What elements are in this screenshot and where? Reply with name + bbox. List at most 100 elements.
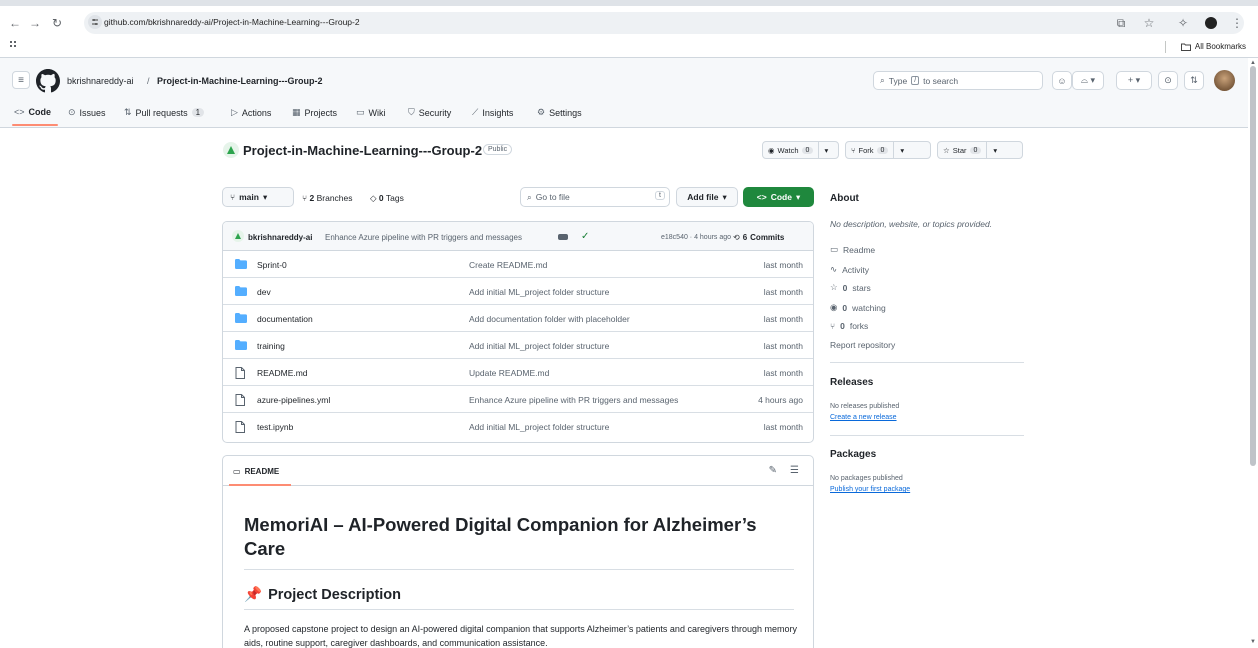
- site-info-icon[interactable]: [88, 15, 102, 29]
- issues-icon[interactable]: ⊙: [1158, 71, 1178, 90]
- tab-insights[interactable]: ⟋ Insights: [472, 107, 513, 118]
- watch-dropdown-icon[interactable]: ▾: [819, 142, 833, 158]
- bookmark-star-icon[interactable]: ☆: [1140, 14, 1158, 32]
- file-row[interactable]: azure-pipelines.yml Enhance Azure pipelin…: [223, 386, 813, 413]
- forks-link[interactable]: ⑂ 0 forks: [830, 321, 868, 331]
- create-release-link[interactable]: Create a new release: [830, 414, 897, 421]
- tab-actions-label: Actions: [241, 107, 272, 118]
- report-repository-link[interactable]: Report repository: [830, 340, 895, 350]
- pulse-icon: ∿: [830, 264, 838, 274]
- file-name[interactable]: test.ipynb: [257, 422, 293, 432]
- stars-link[interactable]: ☆ 0 stars: [830, 282, 871, 293]
- tab-code-label: Code: [28, 107, 52, 117]
- file-name[interactable]: dev: [257, 287, 271, 297]
- scroll-up-arrow-icon[interactable]: ▲: [1250, 60, 1256, 66]
- file-name[interactable]: azure-pipelines.yml: [257, 395, 330, 405]
- tab-pull-requests[interactable]: ⇅ Pull requests 1: [124, 107, 205, 118]
- outline-list-icon[interactable]: ☰: [790, 465, 799, 476]
- repo-breadcrumb[interactable]: Project-in-Machine-Learning---Group-2: [157, 76, 323, 86]
- tab-settings-label: Settings: [549, 107, 582, 118]
- apps-grid-icon[interactable]: [10, 41, 20, 51]
- file-row[interactable]: documentation Add documentation folder wi…: [223, 305, 813, 332]
- github-logo-icon[interactable]: [36, 69, 60, 93]
- file-row[interactable]: dev Add initial ML_project folder structu…: [223, 278, 813, 305]
- branches-link[interactable]: ⑂ 2 Branches: [302, 193, 353, 203]
- branch-icon: ⑂: [230, 192, 236, 202]
- watch-button[interactable]: ◉ Watch 0 ▾: [762, 141, 839, 159]
- scrollbar-thumb[interactable]: [1250, 66, 1256, 466]
- file-name[interactable]: README.md: [257, 368, 308, 378]
- tab-wiki[interactable]: ▭ Wiki: [356, 107, 386, 118]
- no-releases-text: No releases published: [830, 403, 900, 410]
- back-icon[interactable]: ←: [6, 14, 24, 32]
- reload-icon[interactable]: ↻: [48, 14, 66, 32]
- scroll-down-arrow-icon[interactable]: ▼: [1250, 639, 1256, 645]
- all-bookmarks-button[interactable]: All Bookmarks: [1180, 42, 1246, 51]
- go-to-file-input[interactable]: ⌕ Go to file t: [520, 187, 670, 207]
- fork-button[interactable]: ⑂ Fork 0 ▾: [845, 141, 931, 159]
- tags-link[interactable]: ◇ 0 Tags: [370, 193, 404, 204]
- commit-author-avatar[interactable]: [232, 230, 244, 242]
- tab-code[interactable]: <> Code: [14, 107, 51, 117]
- repo-title[interactable]: Project-in-Machine-Learning---Group-2: [243, 143, 482, 158]
- file-commit-message[interactable]: Add initial ML_project folder structure: [469, 287, 609, 297]
- commits-link[interactable]: ⟲ 6 Commits: [733, 233, 784, 242]
- file-commit-message[interactable]: Add documentation folder with placeholde…: [469, 314, 630, 324]
- file-commit-message[interactable]: Update README.md: [469, 368, 549, 378]
- chevron-down-icon: ▾: [722, 191, 727, 202]
- copilot-icon[interactable]: ☺: [1052, 71, 1072, 90]
- readme-header: ▭ README ✎ ☰: [223, 456, 813, 486]
- extensions-icon[interactable]: ✧: [1174, 14, 1192, 32]
- forward-icon[interactable]: →: [26, 14, 44, 32]
- releases-heading[interactable]: Releases: [830, 377, 873, 388]
- pencil-icon[interactable]: ✎: [769, 465, 777, 476]
- menu-kebab-icon[interactable]: ⋮: [1228, 14, 1246, 32]
- check-icon[interactable]: ✓: [581, 231, 589, 242]
- file-name[interactable]: Sprint-0: [257, 260, 287, 270]
- fork-dropdown-icon[interactable]: ▾: [894, 142, 910, 158]
- tab-settings[interactable]: ⚙ Settings: [537, 107, 582, 118]
- branch-selector[interactable]: ⑂ main ▾: [222, 187, 294, 207]
- file-row[interactable]: test.ipynb Add initial ML_project folder …: [223, 413, 813, 440]
- file-row[interactable]: training Add initial ML_project folder st…: [223, 332, 813, 359]
- copilot-dropdown-button[interactable]: ⌓ ▾: [1072, 71, 1104, 90]
- star-dropdown-icon[interactable]: ▾: [987, 142, 1003, 158]
- publish-package-link[interactable]: Publish your first package: [830, 486, 910, 493]
- file-name[interactable]: training: [257, 341, 285, 351]
- page-scrollbar[interactable]: [1248, 58, 1258, 648]
- pull-requests-icon[interactable]: ⇅: [1184, 71, 1204, 90]
- file-row[interactable]: README.md Update README.md last month: [223, 359, 813, 386]
- owner-breadcrumb[interactable]: bkrishnareddy-ai: [67, 76, 134, 86]
- tab-actions[interactable]: ▷ Actions: [231, 107, 271, 118]
- tab-security[interactable]: ⛉ Security: [408, 107, 451, 118]
- file-name[interactable]: documentation: [257, 314, 313, 324]
- user-avatar[interactable]: [1214, 70, 1235, 91]
- add-file-button[interactable]: Add file ▾: [676, 187, 738, 207]
- readme-link[interactable]: ▭ Readme: [830, 244, 875, 255]
- activity-link[interactable]: ∿ Activity: [830, 264, 869, 275]
- commit-details-icon[interactable]: [558, 234, 568, 240]
- file-commit-message[interactable]: Enhance Azure pipeline with PR triggers …: [469, 395, 678, 405]
- tab-projects[interactable]: ▦ Projects: [292, 107, 337, 118]
- packages-heading[interactable]: Packages: [830, 449, 876, 460]
- profile-icon[interactable]: [1202, 14, 1220, 32]
- install-app-icon[interactable]: ⧉: [1112, 14, 1130, 32]
- search-input[interactable]: ⌕ Type / to search: [873, 71, 1043, 90]
- file-commit-message[interactable]: Create README.md: [469, 260, 547, 270]
- url-text[interactable]: github.com/bkrishnareddy-ai/Project-in-M…: [104, 17, 360, 27]
- repo-owner-avatar[interactable]: [223, 142, 239, 158]
- star-label: Star: [952, 145, 967, 155]
- commit-meta[interactable]: e18c540 · 4 hours ago: [661, 234, 731, 241]
- tab-issues[interactable]: ⊙ Issues: [68, 107, 106, 118]
- commit-message[interactable]: Enhance Azure pipeline with PR triggers …: [325, 233, 522, 242]
- readme-tab[interactable]: ▭ README: [233, 467, 279, 476]
- file-row[interactable]: Sprint-0 Create README.md last month: [223, 251, 813, 278]
- create-new-button[interactable]: + ▾: [1116, 71, 1152, 90]
- file-commit-message[interactable]: Add initial ML_project folder structure: [469, 341, 609, 351]
- watching-link[interactable]: ◉ 0 watching: [830, 302, 886, 313]
- star-button[interactable]: ☆ Star 0 ▾: [937, 141, 1023, 159]
- commit-author[interactable]: bkrishnareddy-ai: [248, 233, 312, 242]
- file-commit-message[interactable]: Add initial ML_project folder structure: [469, 422, 609, 432]
- code-button[interactable]: <> Code ▾: [743, 187, 814, 207]
- hamburger-menu-icon[interactable]: ≡: [12, 71, 30, 89]
